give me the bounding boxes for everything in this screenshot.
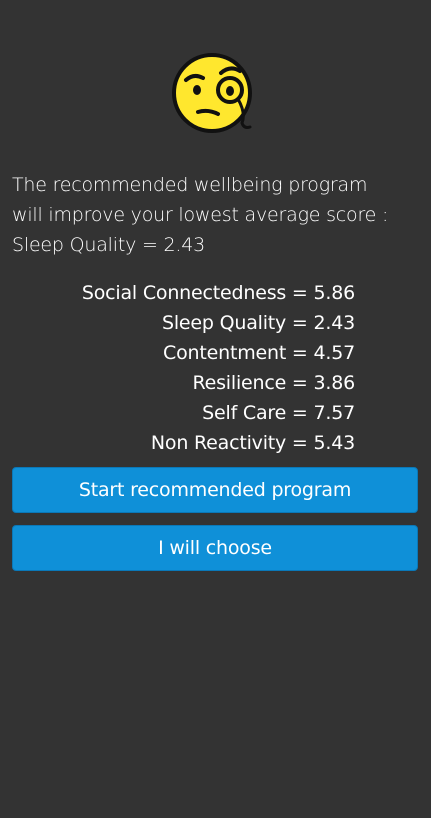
start-recommended-program-button[interactable]: Start recommended program bbox=[12, 467, 418, 513]
message-line-2: will improve your lowest average score : bbox=[12, 204, 389, 226]
score-sleep-quality: Sleep Quality = 2.43 bbox=[161, 312, 355, 334]
message-line-3: Sleep Quality = 2.43 bbox=[12, 234, 206, 256]
face-with-monocle-icon bbox=[172, 51, 260, 135]
recommendation-message: The recommended wellbeing program will i… bbox=[12, 170, 420, 260]
score-resilience: Resilience = 3.86 bbox=[192, 372, 355, 394]
score-social-connectedness: Social Connectedness = 5.86 bbox=[81, 282, 355, 304]
i-will-choose-button[interactable]: I will choose bbox=[12, 525, 418, 571]
message-line-1: The recommended wellbeing program bbox=[12, 174, 368, 196]
score-self-care: Self Care = 7.57 bbox=[202, 402, 355, 424]
score-contentment: Contentment = 4.57 bbox=[163, 342, 355, 364]
score-non-reactivity: Non Reactivity = 5.43 bbox=[150, 432, 355, 454]
score-list: Social Connectedness = 5.86 Sleep Qualit… bbox=[12, 278, 355, 458]
